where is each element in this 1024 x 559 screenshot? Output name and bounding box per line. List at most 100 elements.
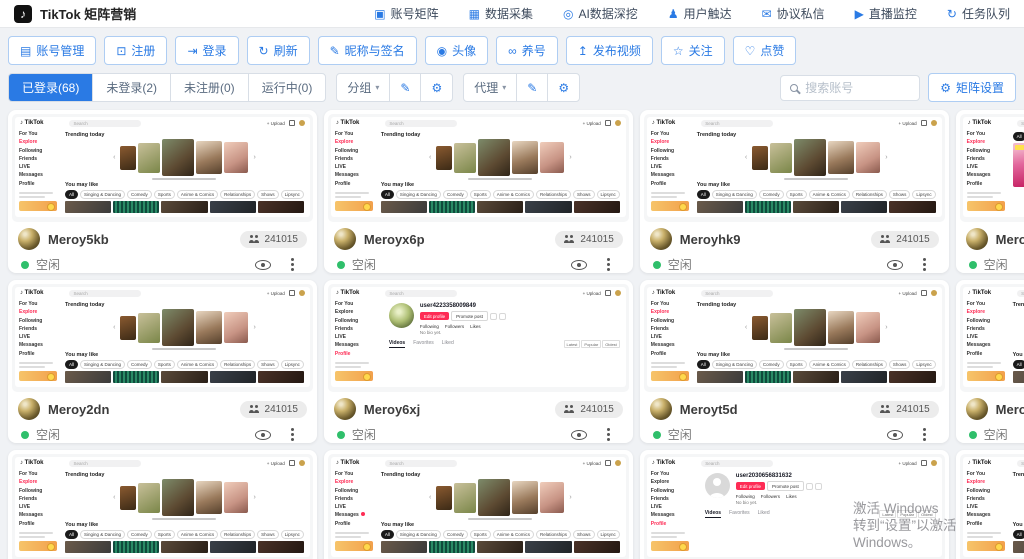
account-row: Meroy2dn 241015 xyxy=(12,392,313,422)
group-dropdown[interactable]: 分组▾ xyxy=(337,74,389,101)
account-row: Meroy5kb 241015 xyxy=(12,222,313,252)
mini-trending-tile xyxy=(138,143,160,173)
group-settings-button[interactable]: ⚙ xyxy=(420,74,452,101)
account-card: ♪ TikTokSearch+ UploadFor YouExploreFoll… xyxy=(8,280,317,443)
mini-category-pill: Lipsync xyxy=(597,530,620,539)
mini-trending-carousel: ‹› xyxy=(1013,309,1024,346)
mini-category-pill: Lipsync xyxy=(597,190,620,199)
mini-sidebar-item: Profile xyxy=(19,350,59,358)
mini-sidebar-item: Friends xyxy=(19,495,59,503)
like-button[interactable]: ♡点赞 xyxy=(733,36,797,65)
mini-sidebar-item: LIVE xyxy=(967,333,1007,341)
browser-thumbnail[interactable]: ♪ TikTokSearch+ UploadFor YouExploreFoll… xyxy=(12,114,313,222)
nav-protocol-dm[interactable]: ✉协议私信 xyxy=(762,5,825,22)
mini-promo-banner xyxy=(335,541,373,551)
mini-sidebar-item: Messages xyxy=(335,511,375,519)
mini-avatar xyxy=(615,460,621,466)
tab-not-logged-in[interactable]: 未登录(2) xyxy=(92,74,170,101)
publish-video-button[interactable]: ↥发布视频 xyxy=(566,36,653,65)
browser-thumbnail[interactable]: ♪ TikTokSearch+ UploadFor YouExploreFoll… xyxy=(644,454,945,559)
nav-live-monitor[interactable]: ▶直播监控 xyxy=(855,5,917,22)
proxy-settings-button[interactable]: ⚙ xyxy=(547,74,579,101)
view-icon[interactable] xyxy=(255,430,271,440)
mini-trending-tile xyxy=(436,146,452,170)
mini-trending-tile xyxy=(512,481,538,514)
mini-video-strip xyxy=(1013,541,1024,553)
browser-thumbnail[interactable]: ♪ TikTokSearch+ UploadFor YouExploreFoll… xyxy=(328,114,629,222)
account-manage-button[interactable]: ▤账号管理 xyxy=(8,36,96,65)
browser-thumbnail[interactable]: ♪ TikTokSearch+ UploadFor YouExploreFoll… xyxy=(328,454,629,559)
mini-avatar xyxy=(931,120,937,126)
tab-not-registered[interactable]: 未注册(0) xyxy=(170,74,248,101)
view-icon[interactable] xyxy=(887,260,903,270)
tab-running[interactable]: 运行中(0) xyxy=(248,74,326,101)
search-input[interactable] xyxy=(805,81,910,95)
nurture-button[interactable]: ∞养号 xyxy=(496,36,558,65)
mini-sidebar-item: For You xyxy=(967,130,1007,138)
more-menu-icon[interactable] xyxy=(287,427,298,442)
mini-category-pills: AllSinging & DancingComedySportsAnime & … xyxy=(65,360,304,369)
mini-body: For YouExploreFollowingFriendsLIVEMessag… xyxy=(963,299,1024,383)
proxy-dropdown[interactable]: 代理▾ xyxy=(464,74,516,101)
browser-thumbnail[interactable]: ♪ TikTokSearch+ UploadFor YouExploreFoll… xyxy=(328,284,629,392)
mini-main-content: Trending today‹›You may likeAllSinging &… xyxy=(1011,469,1024,553)
mini-trending-tile xyxy=(794,139,826,176)
refresh-button[interactable]: ↻刷新 xyxy=(247,36,310,65)
browser-thumbnail[interactable]: ♪ TikTokSearch+ UploadFor YouExploreFoll… xyxy=(12,284,313,392)
view-icon[interactable] xyxy=(571,260,587,270)
proxy-edit-button[interactable]: ✎ xyxy=(516,74,547,101)
mini-promo-banner xyxy=(19,371,57,381)
mini-ui-part: user4223358009849Edit profilePromote pos… xyxy=(420,303,620,335)
mini-upload-button: + Upload xyxy=(267,461,285,466)
browser-thumbnail[interactable]: ♪ TikTokSearch+ UploadFor YouExploreFoll… xyxy=(960,114,1024,222)
mini-sidebar: For YouExploreFollowingFriendsLIVEMessag… xyxy=(331,299,379,382)
browser-thumbnail[interactable]: ♪ TikTokSearch+ UploadFor YouExploreFoll… xyxy=(960,284,1024,392)
group-edit-button[interactable]: ✎ xyxy=(389,74,420,101)
nav-task-queue[interactable]: ↻任务队列 xyxy=(947,5,1010,22)
more-menu-icon[interactable] xyxy=(603,257,614,272)
mini-sidebar-item: Following xyxy=(967,147,1007,155)
mini-sidebar: For YouExploreFollowingFriendsLIVEMessag… xyxy=(647,129,695,213)
more-menu-icon[interactable] xyxy=(603,427,614,442)
more-menu-icon[interactable] xyxy=(287,257,298,272)
mini-category-pill: Shows xyxy=(573,190,595,199)
browser-thumbnail[interactable]: ♪ TikTokSearch+ UploadFor YouExploreFoll… xyxy=(960,454,1024,559)
mini-sidebar-item: Messages xyxy=(651,171,691,179)
mini-tiktok-logo: ♪ TikTok xyxy=(968,460,991,466)
more-menu-icon[interactable] xyxy=(919,427,930,442)
mini-sidebar-item: Friends xyxy=(335,495,375,503)
nav-user-reach[interactable]: ♟用户触达 xyxy=(668,5,732,22)
nickname-signature-button[interactable]: ✎昵称与签名 xyxy=(318,36,417,65)
view-icon[interactable] xyxy=(887,430,903,440)
account-matrix-icon: ▣ xyxy=(374,7,385,21)
account-name: Meroy2dn xyxy=(48,402,232,417)
view-icon[interactable] xyxy=(571,430,587,440)
account-manage-icon: ▤ xyxy=(20,44,31,58)
avatar-button[interactable]: ◉头像 xyxy=(425,36,489,65)
mini-video-tile xyxy=(113,201,159,213)
follow-button[interactable]: ☆关注 xyxy=(661,36,725,65)
account-row: Meroyt5d 241015 xyxy=(644,392,945,422)
mini-category-pill: Lipsync xyxy=(912,190,935,199)
nav-ai-mining[interactable]: ◎AI数据深挖 xyxy=(563,5,638,22)
browser-thumbnail[interactable]: ♪ TikTokSearch+ UploadFor YouExploreFoll… xyxy=(644,114,945,222)
tab-logged-in[interactable]: 已登录(68) xyxy=(9,74,92,101)
mini-ui-part xyxy=(19,536,45,538)
mini-main-content: Trending today‹›You may likeAllSinging &… xyxy=(695,129,942,213)
mini-sort-button: Popular xyxy=(581,340,601,348)
register-button[interactable]: ⊡注册 xyxy=(104,36,167,65)
matrix-settings-button[interactable]: ⚙矩阵设置 xyxy=(928,73,1016,102)
browser-thumbnail[interactable]: ♪ TikTokSearch+ UploadFor YouExploreFoll… xyxy=(12,454,313,559)
more-menu-icon[interactable] xyxy=(919,257,930,272)
tiktok-logo-icon: ♪ xyxy=(14,5,32,23)
browser-thumbnail[interactable]: ♪ TikTokSearch+ UploadFor YouExploreFoll… xyxy=(644,284,945,392)
mini-category-pill: Comedy xyxy=(127,360,152,369)
protocol-dm-icon: ✉ xyxy=(762,7,772,21)
view-icon[interactable] xyxy=(255,260,271,270)
mini-top-bar: ♪ TikTokSearch+ Upload xyxy=(15,117,310,129)
mini-trending-tile xyxy=(196,311,222,344)
login-button[interactable]: ⇥登录 xyxy=(175,36,238,65)
nav-account-matrix[interactable]: ▣账号矩阵 xyxy=(374,5,438,22)
nav-data-collection[interactable]: ▦数据采集 xyxy=(469,5,533,22)
mini-trending-tile xyxy=(478,139,510,176)
